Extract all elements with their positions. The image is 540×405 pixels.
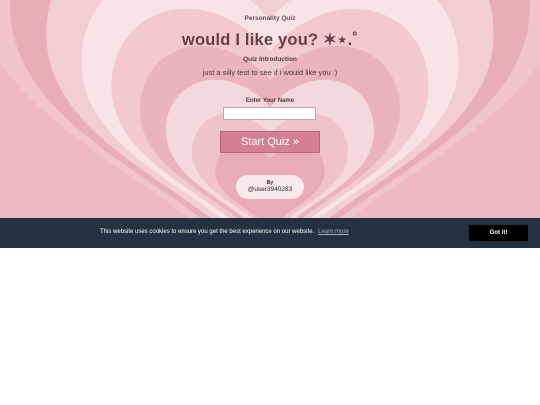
cookie-message-line: This website uses cookies to ensure you … [100, 229, 349, 235]
name-input[interactable] [223, 107, 316, 120]
start-quiz-button[interactable]: Start Quiz » [220, 131, 320, 153]
intro-text: just a silly test to see if i would like… [202, 68, 338, 77]
intro-heading: Quiz Introduction [243, 56, 297, 63]
quiz-category: Personality Quiz [244, 15, 296, 22]
cookie-message: This website uses cookies to ensure you … [100, 229, 315, 235]
learn-more-link[interactable]: Learn more [318, 229, 349, 235]
author-username: @user3940283 [247, 186, 293, 193]
quiz-title: would I like you? ✶⋆.˚ [181, 31, 359, 49]
name-field-label: Enter Your Name [245, 98, 295, 104]
author-badge[interactable]: By @user3940283 [236, 175, 304, 199]
cookie-consent-bar: This website uses cookies to ensure you … [0, 218, 540, 248]
quiz-hero: Personality Quiz would I like you? ✶⋆.˚ … [0, 0, 540, 248]
quiz-intro-panel: Personality Quiz would I like you? ✶⋆.˚ … [0, 0, 540, 218]
cookie-accept-button[interactable]: Got it! [469, 225, 528, 241]
